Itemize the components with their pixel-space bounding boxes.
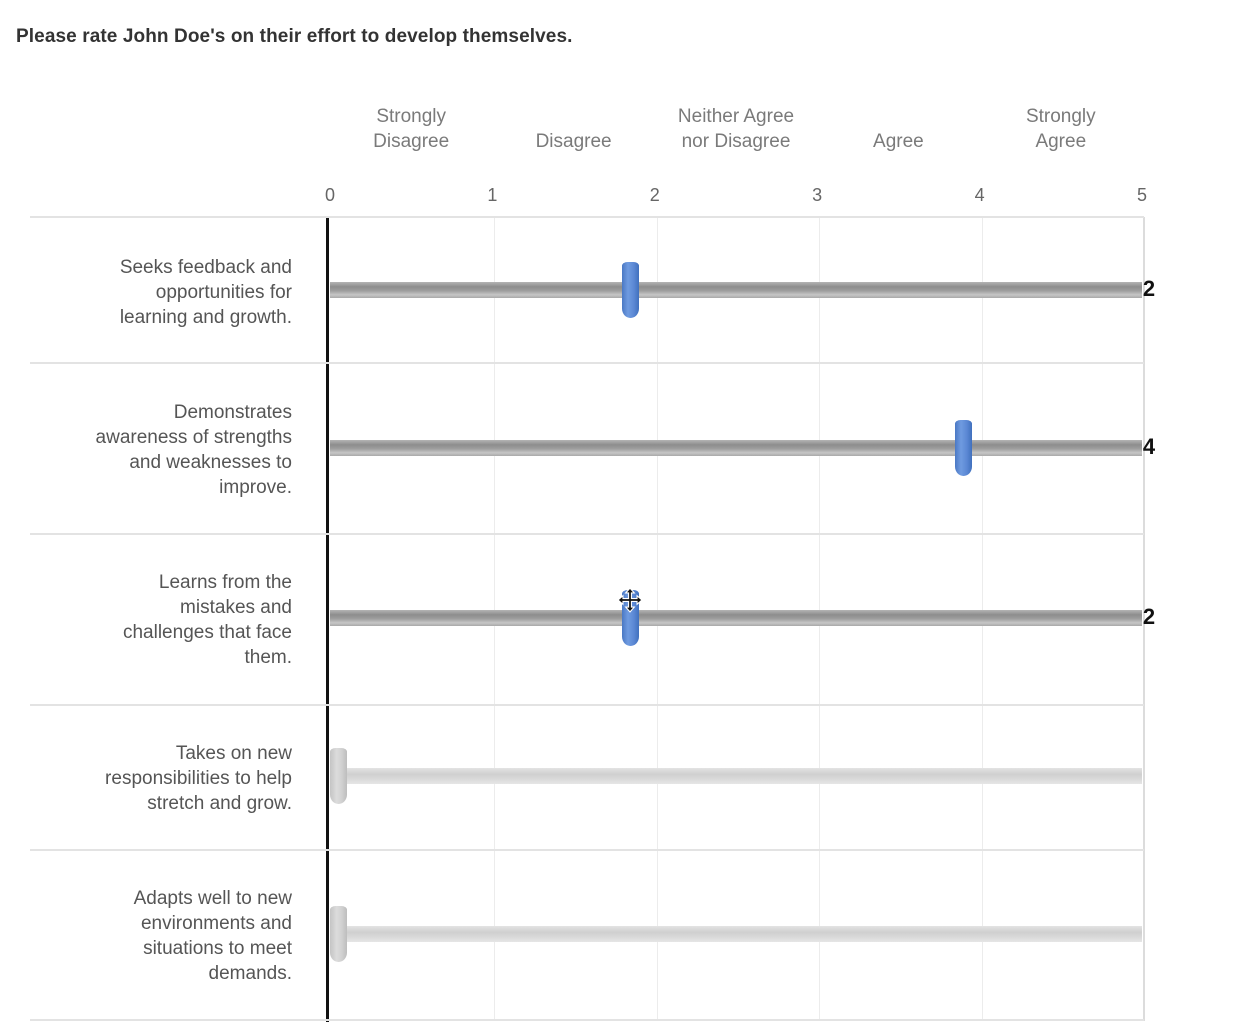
statement-line: improve.	[219, 477, 292, 498]
statement-line: environments and	[140, 913, 292, 934]
rating-value: 2	[1142, 276, 1156, 301]
scale-label-line1: Strongly	[376, 106, 447, 127]
scale-label: Disagree	[489, 104, 659, 154]
item-statement: Learns from the mistakes and challenges th…	[42, 570, 292, 670]
slider-handle[interactable]	[330, 748, 347, 804]
scale-label-line2: Agree	[873, 131, 924, 152]
scale-label: Neither Agree nor Disagree	[651, 104, 821, 154]
row-divider	[30, 1019, 1144, 1021]
slider-track[interactable]	[330, 926, 1142, 942]
slider-handle[interactable]	[330, 906, 347, 962]
statement-line: mistakes and	[180, 597, 292, 618]
tick-label: 3	[812, 185, 823, 205]
statement-line: Demonstrates	[173, 402, 292, 423]
slider-track[interactable]	[330, 440, 1142, 456]
slider-track[interactable]	[330, 610, 1142, 626]
scale-label-line1: Strongly	[1025, 106, 1096, 127]
scale-label-line2: Disagree	[373, 131, 450, 152]
statement-line: opportunities for	[155, 281, 292, 303]
statement-line: situations to meet	[143, 938, 292, 959]
statement-line: stretch and grow.	[147, 792, 292, 814]
question-title: Please rate John Doe's on their effort t…	[16, 26, 573, 47]
scale-label: Strongly Agree	[976, 104, 1146, 154]
rating-value: 4	[1142, 434, 1156, 459]
item-statement: Seeks feedback and opportunities for learn…	[42, 255, 292, 330]
scale-label-line1: Neither Agree	[677, 106, 795, 127]
tick-label: 5	[1136, 185, 1147, 205]
tick-label: 4	[974, 185, 985, 205]
statement-line: Learns from the	[158, 572, 292, 593]
scale-label-line2: Agree	[1035, 131, 1087, 152]
item-statement: Adapts well to new environments and situat…	[42, 886, 292, 986]
scale-label-line2: nor Disagree	[681, 131, 791, 152]
rating-value: 2	[1142, 604, 1156, 629]
scale-label-line2: Disagree	[535, 131, 612, 152]
scale-label: Agree	[813, 104, 983, 154]
scale-label: Strongly Disagree	[326, 104, 496, 154]
statement-line: and weaknesses to	[129, 452, 292, 473]
scale-label-line1	[489, 104, 659, 129]
statement-line: responsibilities to help	[105, 767, 292, 789]
statement-line: them.	[244, 647, 292, 668]
statement-line: Adapts well to new	[133, 888, 292, 909]
tick-label: 0	[324, 185, 335, 205]
statement-line: Seeks feedback and	[119, 256, 292, 278]
statement-line: learning and growth.	[119, 306, 292, 328]
statement-line: challenges that face	[122, 622, 292, 643]
tick-label: 2	[649, 185, 660, 205]
item-statement: Takes on new responsibilities to help stre…	[42, 741, 292, 816]
statement-line: demands.	[208, 963, 292, 984]
statement-line: Takes on new	[175, 742, 292, 764]
item-statement: Demonstrates awareness of strengths and we…	[42, 400, 292, 500]
tick-label: 1	[487, 185, 498, 205]
statement-line: awareness of strengths	[95, 427, 292, 448]
slider-handle[interactable]	[622, 262, 640, 318]
slider-track[interactable]	[330, 282, 1142, 298]
slider-handle[interactable]	[622, 590, 640, 646]
scale-label-line1	[813, 104, 983, 129]
slider-track[interactable]	[330, 768, 1142, 784]
slider-handle[interactable]	[955, 420, 973, 476]
